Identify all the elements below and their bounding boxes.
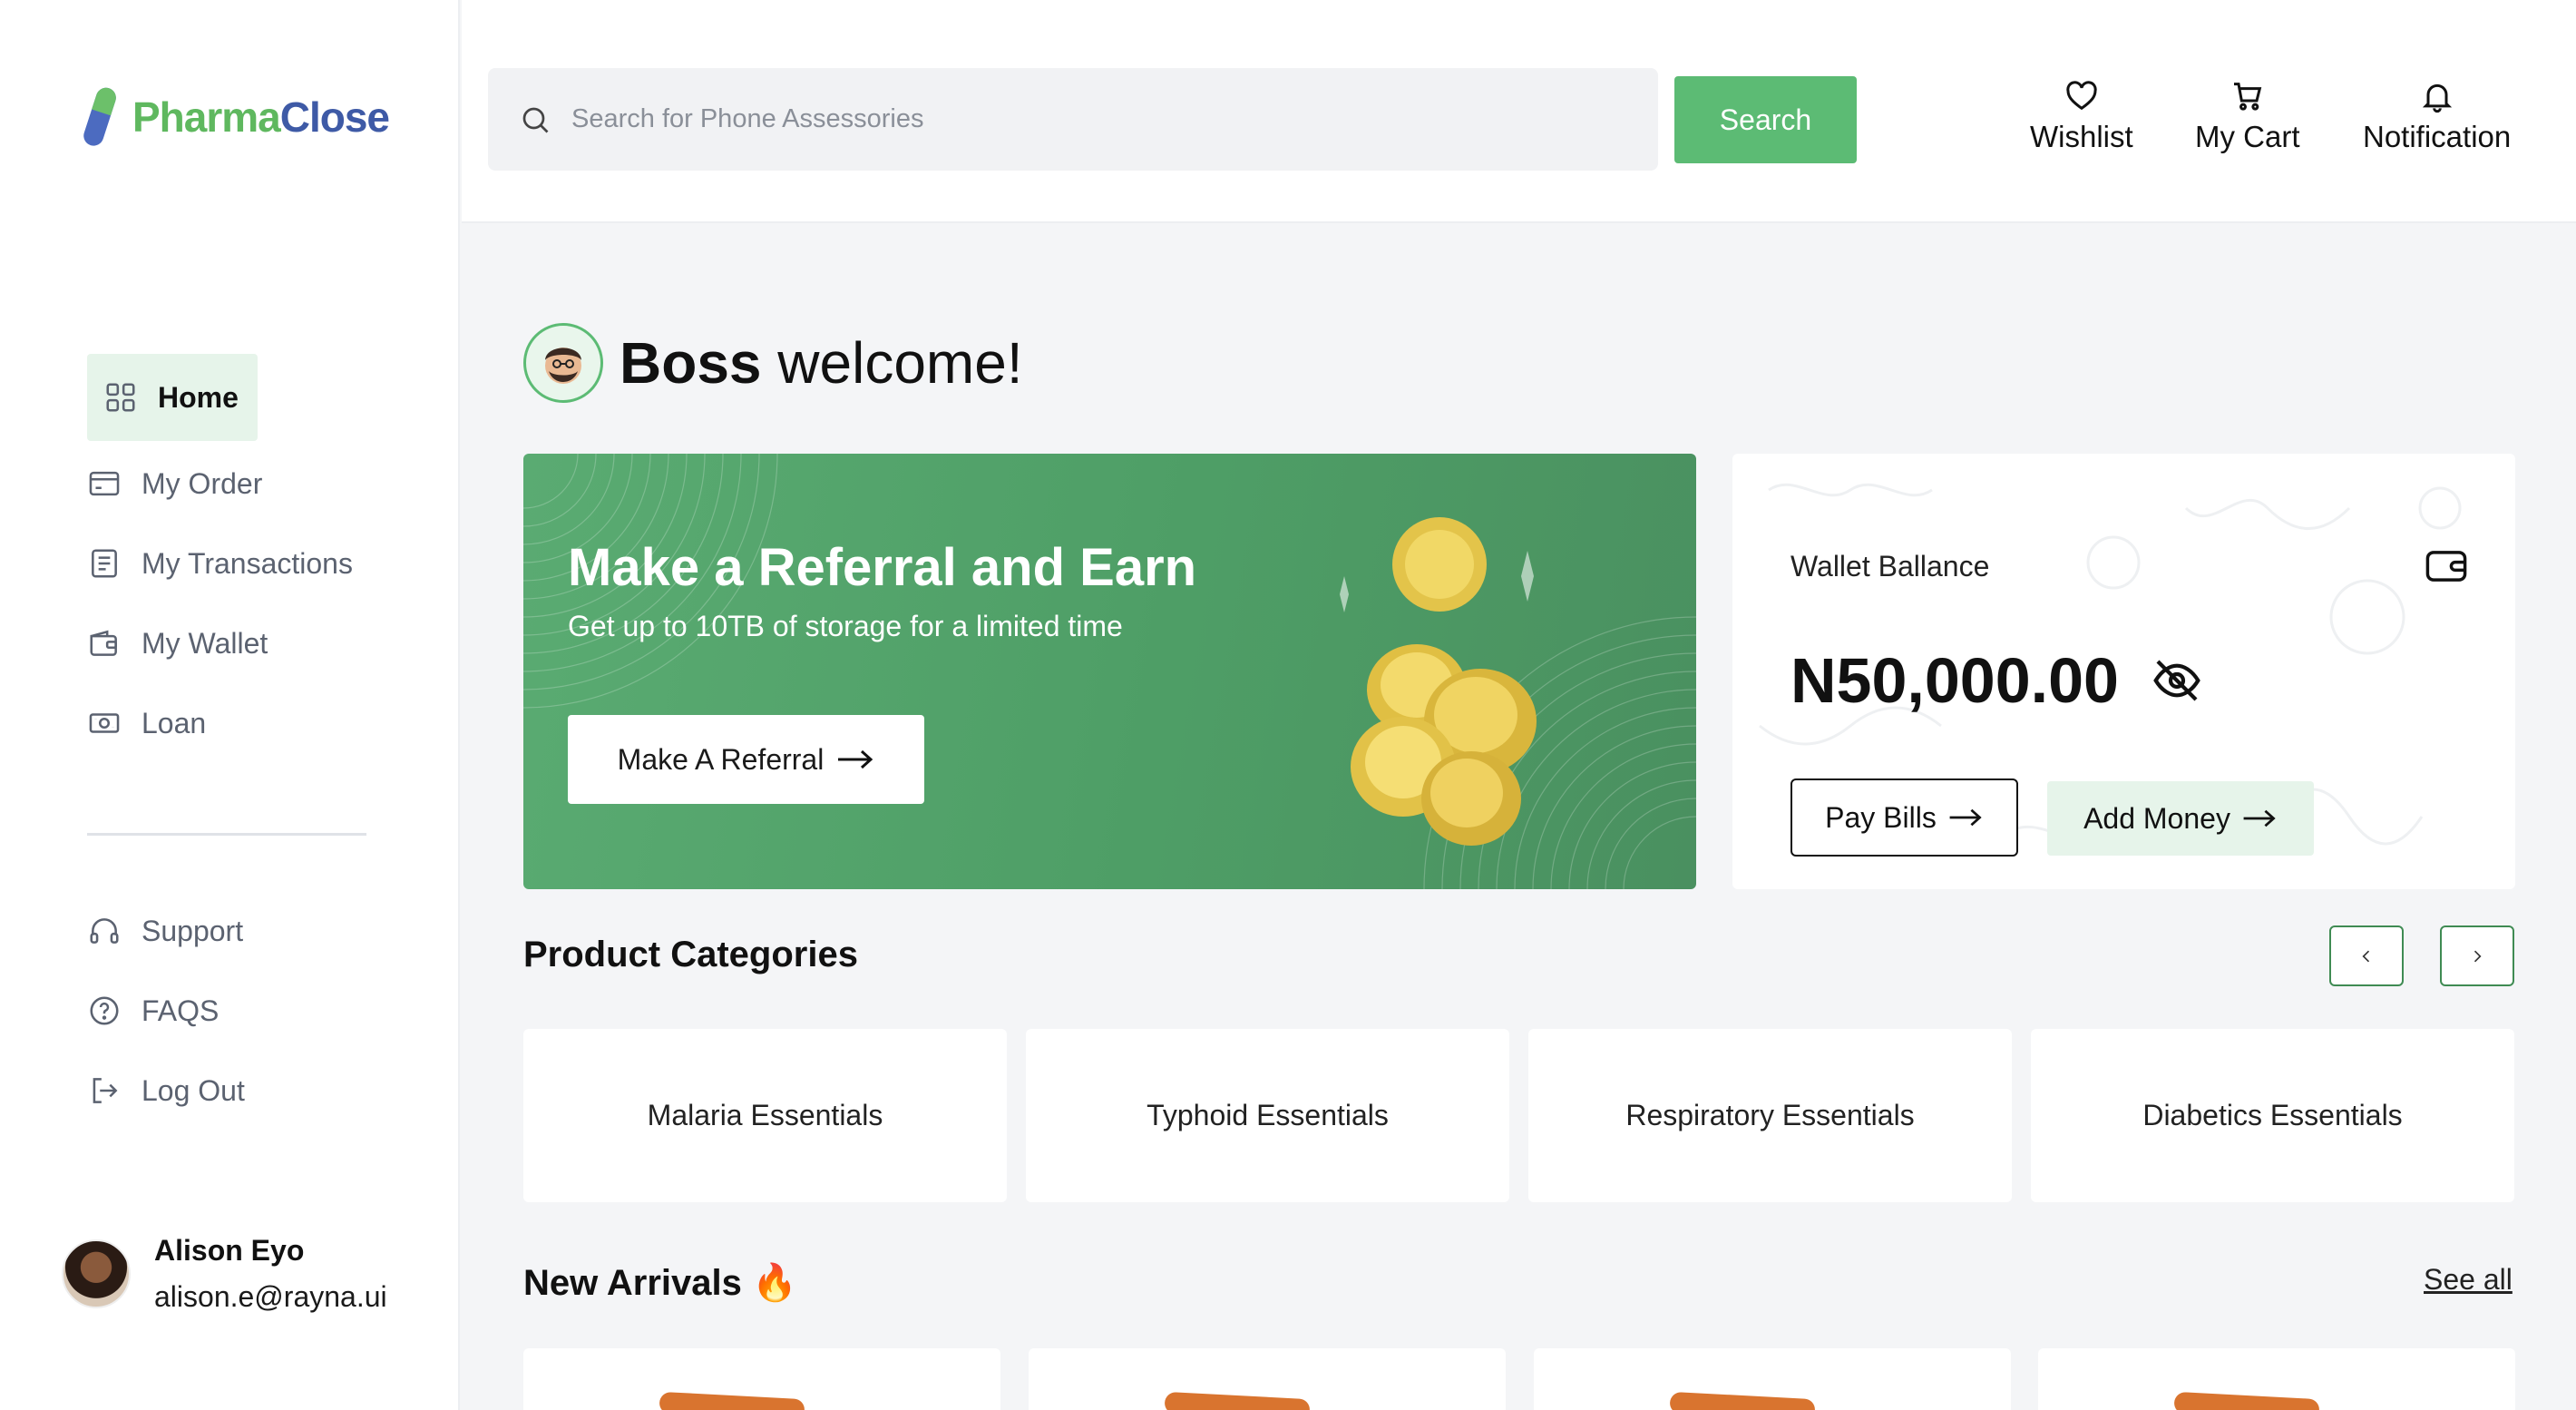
- category-label: Malaria Essentials: [647, 1099, 883, 1131]
- face-icon: [545, 348, 581, 384]
- add-money-label: Add Money: [2083, 801, 2230, 835]
- notification-button[interactable]: Notification: [2363, 78, 2511, 154]
- product-card[interactable]: [1029, 1348, 1506, 1410]
- wallet-card: Wallet Ballance N50,000.00 Pay Bills Add…: [1732, 454, 2515, 889]
- chevron-right-icon: [2474, 950, 2482, 962]
- make-referral-label: Make A Referral: [617, 742, 825, 776]
- sidebar-item-label: My Transactions: [141, 546, 353, 580]
- sidebar-item-label: My Order: [141, 466, 263, 500]
- make-referral-button[interactable]: Make A Referral: [568, 715, 924, 804]
- logo-text-close: Close: [279, 93, 390, 141]
- top-header: Search Wishlist My Cart Notification: [462, 0, 2576, 223]
- logo[interactable]: PharmaClose: [82, 85, 390, 149]
- sidebar: PharmaClose Home My Order My Transaction…: [0, 0, 460, 1410]
- heart-icon: [2066, 81, 2097, 111]
- cart-icon: [2233, 83, 2262, 111]
- headset-icon: [90, 918, 119, 944]
- secondary-nav: Support FAQS Log Out: [87, 901, 386, 1141]
- user-profile[interactable]: Alison Eyo alison.e@rayna.ui: [62, 1234, 387, 1314]
- user-email: alison.e@rayna.ui: [154, 1280, 387, 1313]
- card-icon: [89, 471, 120, 496]
- sidebar-item-label: Home: [158, 380, 239, 414]
- fire-emoji: 🔥: [751, 1263, 797, 1303]
- product-card[interactable]: [1534, 1348, 2011, 1410]
- sidebar-item-my-wallet[interactable]: My Wallet: [87, 613, 386, 673]
- wallet-balance-amount: N50,000.00: [1791, 645, 2119, 716]
- sidebar-item-label: Loan: [141, 706, 207, 739]
- category-card-typhoid[interactable]: Typhoid Essentials: [1026, 1029, 1509, 1202]
- my-cart-button[interactable]: My Cart: [2195, 78, 2300, 154]
- cash-icon: [89, 713, 120, 733]
- new-arrivals-label: New Arrivals: [523, 1263, 742, 1303]
- category-label: Diabetics Essentials: [2142, 1099, 2403, 1131]
- product-image: [1669, 1391, 1816, 1410]
- category-card-respiratory[interactable]: Respiratory Essentials: [1528, 1029, 2012, 1202]
- arrow-right-icon: [838, 749, 873, 769]
- welcome-message: welcome!: [777, 330, 1023, 396]
- categories-prev-button[interactable]: [2329, 925, 2404, 986]
- search-input[interactable]: [571, 104, 1569, 134]
- product-image: [659, 1391, 805, 1410]
- sidebar-item-label: FAQS: [141, 994, 220, 1027]
- product-image: [1164, 1391, 1311, 1410]
- pay-bills-label: Pay Bills: [1825, 800, 1937, 834]
- wishlist-button[interactable]: Wishlist: [2030, 78, 2133, 154]
- add-money-button[interactable]: Add Money: [2047, 781, 2314, 856]
- welcome-heading: Boss welcome!: [523, 323, 1023, 403]
- bell-icon: [2422, 83, 2452, 113]
- sidebar-item-log-out[interactable]: Log Out: [87, 1061, 386, 1121]
- user-name: Alison Eyo: [154, 1234, 305, 1267]
- logout-icon: [93, 1078, 118, 1103]
- sidebar-item-my-transactions[interactable]: My Transactions: [87, 534, 386, 593]
- product-card[interactable]: [523, 1348, 1000, 1410]
- category-label: Typhoid Essentials: [1147, 1099, 1389, 1131]
- chevron-left-icon: [2362, 950, 2370, 962]
- see-all-link[interactable]: See all: [2424, 1263, 2513, 1297]
- product-image: [2173, 1391, 2320, 1410]
- eye-off-icon[interactable]: [2152, 655, 2202, 706]
- avatar: [62, 1239, 131, 1308]
- search-button[interactable]: Search: [1674, 76, 1857, 163]
- wallet-icon: [90, 630, 117, 656]
- product-card[interactable]: [2038, 1348, 2515, 1410]
- sidebar-item-label: My Wallet: [141, 626, 268, 660]
- receipt-icon: [92, 549, 117, 578]
- search-bar[interactable]: [488, 68, 1658, 171]
- wallet-icon: [2425, 551, 2467, 582]
- primary-nav: Home My Order My Transactions My Wallet …: [87, 354, 386, 773]
- sidebar-item-faqs[interactable]: FAQS: [87, 981, 386, 1041]
- category-card-malaria[interactable]: Malaria Essentials: [523, 1029, 1007, 1202]
- categories-next-button[interactable]: [2440, 925, 2514, 986]
- new-arrivals-title: New Arrivals 🔥: [523, 1261, 797, 1304]
- category-label: Respiratory Essentials: [1625, 1099, 1915, 1131]
- question-icon: [90, 996, 119, 1025]
- sidebar-item-my-order[interactable]: My Order: [87, 454, 386, 514]
- my-cart-label: My Cart: [2195, 120, 2300, 153]
- sidebar-item-home[interactable]: Home: [87, 354, 258, 441]
- sidebar-item-support[interactable]: Support: [87, 901, 386, 961]
- notification-label: Notification: [2363, 120, 2512, 153]
- category-card-diabetics[interactable]: Diabetics Essentials: [2031, 1029, 2514, 1202]
- referral-title: Make a Referral and Earn: [568, 538, 1197, 597]
- pay-bills-button[interactable]: Pay Bills: [1791, 778, 2018, 857]
- sidebar-item-label: Log Out: [141, 1073, 245, 1107]
- arrow-right-icon: [2243, 809, 2276, 827]
- sidebar-item-loan[interactable]: Loan: [87, 693, 386, 753]
- nav-divider: [87, 833, 366, 836]
- referral-banner: Make a Referral and Earn Get up to 10TB …: [523, 454, 1696, 889]
- welcome-name: Boss: [620, 330, 762, 396]
- product-categories-title: Product Categories: [523, 935, 858, 974]
- arrow-right-icon: [1949, 808, 1982, 827]
- logo-text-pharma: Pharma: [132, 93, 281, 141]
- sidebar-item-label: Support: [141, 914, 244, 947]
- referral-subtitle: Get up to 10TB of storage for a limited …: [568, 610, 1123, 642]
- pill-logo-icon: [83, 87, 116, 146]
- wishlist-label: Wishlist: [2030, 120, 2133, 153]
- search-icon: [522, 107, 549, 132]
- grid-icon: [106, 383, 135, 412]
- coins-illustration: [1340, 517, 1537, 846]
- wallet-balance-label: Wallet Ballance: [1791, 550, 1990, 583]
- memoji-avatar: [523, 323, 603, 403]
